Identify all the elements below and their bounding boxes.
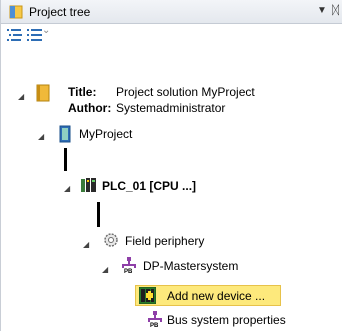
project-tree-panel: Project tree ▼ ᛞ ⌄ ◢ Title: Project solu…: [0, 0, 342, 331]
svg-text:PB: PB: [124, 269, 133, 273]
project-tree-icon: [9, 5, 23, 22]
expand-arrow-icon[interactable]: ◢: [64, 184, 70, 193]
expand-arrow-icon[interactable]: ◢: [38, 132, 44, 141]
project-title-label: Title:: [68, 85, 97, 99]
project-author-value: Systemadministrator: [116, 101, 226, 115]
profibus-icon: PB: [147, 311, 163, 330]
panel-menu-button[interactable]: ▼: [317, 5, 327, 16]
pin-icon[interactable]: ᛞ: [332, 3, 339, 17]
tree-connector: [64, 148, 67, 171]
tree-connector: [97, 202, 100, 227]
tree-node-add-device[interactable]: Add new device ...: [167, 289, 265, 303]
project-node-icon: [58, 125, 72, 146]
expand-all-icon[interactable]: [6, 28, 24, 42]
tree-toolbar: ⌄: [1, 25, 342, 45]
tree-node-myproject[interactable]: MyProject: [79, 127, 132, 141]
add-device-icon: [138, 286, 157, 307]
tree-node-plc[interactable]: PLC_01 [CPU ...]: [102, 179, 196, 193]
project-title-value: Project solution MyProject: [116, 85, 255, 99]
project-author-label: Author:: [68, 101, 112, 115]
profibus-icon: PB: [121, 257, 137, 276]
expand-arrow-icon[interactable]: ◢: [18, 92, 24, 101]
tree-node-field-periphery[interactable]: Field periphery: [125, 234, 204, 248]
svg-text:PB: PB: [150, 323, 159, 327]
gear-icon: [103, 232, 119, 251]
plc-icon: [81, 177, 97, 196]
expand-arrow-icon[interactable]: ◢: [102, 265, 108, 274]
project-book-icon: [36, 84, 50, 105]
toolbar-more-icon[interactable]: ⌄: [42, 25, 50, 36]
tree-node-dp-mastersystem[interactable]: DP-Mastersystem: [143, 259, 238, 273]
tree-node-bus-properties[interactable]: Bus system properties: [167, 313, 286, 327]
expand-arrow-icon[interactable]: ◢: [83, 240, 89, 249]
panel-title-bar: Project tree ▼ ᛞ: [1, 0, 342, 24]
panel-title: Project tree: [29, 5, 91, 19]
